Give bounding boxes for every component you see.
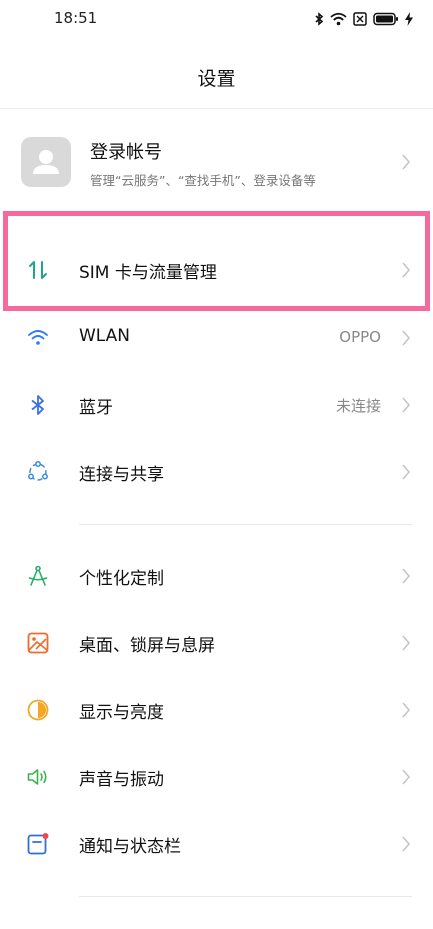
- settings-item-bluetooth[interactable]: 蓝牙 未连接: [0, 372, 433, 438]
- chevron-right-icon: [402, 702, 410, 718]
- settings-item-label: 显示与亮度: [79, 703, 164, 723]
- settings-item-value: OPPO: [339, 328, 381, 346]
- wifi-icon: [330, 12, 347, 26]
- wallpaper-icon: [27, 632, 49, 654]
- settings-item-label: 声音与振动: [79, 770, 164, 790]
- group-divider: [79, 524, 412, 525]
- bluetooth-icon: [31, 395, 44, 415]
- settings-item-label: 连接与共享: [79, 465, 164, 485]
- settings-item-notifications[interactable]: 通知与状态栏: [0, 811, 433, 877]
- share-icon: [28, 461, 48, 481]
- settings-item-connection-sharing[interactable]: 连接与共享: [0, 439, 433, 505]
- chevron-right-icon: [402, 635, 410, 651]
- status-bar: 18:51: [0, 0, 433, 44]
- wifi-icon: [28, 330, 48, 345]
- nfc-icon: [353, 12, 367, 26]
- status-icons: [314, 10, 413, 28]
- chevron-right-icon: [402, 397, 410, 413]
- settings-item-label: 蓝牙: [79, 398, 113, 418]
- settings-item-label: WLAN: [79, 326, 131, 346]
- settings-item-display-brightness[interactable]: 显示与亮度: [0, 677, 433, 743]
- settings-item-label: 通知与状态栏: [79, 837, 181, 857]
- settings-item-sound-vibration[interactable]: 声音与振动: [0, 744, 433, 810]
- chevron-right-icon: [402, 769, 410, 785]
- notification-icon: [27, 833, 49, 855]
- chevron-right-icon: [402, 836, 410, 852]
- speaker-icon: [27, 769, 47, 785]
- chevron-right-icon: [402, 568, 410, 584]
- chevron-right-icon: [402, 330, 410, 346]
- settings-item-wlan[interactable]: WLAN OPPO: [0, 305, 433, 371]
- user-avatar-icon: [21, 137, 71, 187]
- settings-item-label: 个性化定制: [79, 569, 164, 589]
- compass-icon: [28, 565, 48, 586]
- settings-item-label: 桌面、锁屏与息屏: [79, 636, 215, 656]
- settings-item-desktop-lockscreen[interactable]: 桌面、锁屏与息屏: [0, 610, 433, 676]
- settings-item-personalization[interactable]: 个性化定制: [0, 543, 433, 609]
- header-divider: [0, 108, 433, 109]
- account-row[interactable]: 登录帐号 管理“云服务”、“查找手机”、登录设备等: [0, 120, 433, 204]
- chevron-right-icon: [402, 464, 410, 480]
- page-title: 设置: [197, 68, 236, 90]
- account-description: 管理“云服务”、“查找手机”、登录设备等: [90, 173, 316, 188]
- brightness-icon: [27, 699, 49, 721]
- status-time: 18:51: [54, 9, 98, 27]
- settings-item-value: 未连接: [335, 397, 381, 415]
- chevron-right-icon: [402, 154, 410, 170]
- bluetooth-icon: [315, 12, 324, 26]
- battery-icon: [373, 12, 398, 26]
- charging-icon: [405, 12, 413, 26]
- group-divider: [79, 896, 412, 897]
- account-name: 登录帐号: [90, 142, 162, 163]
- highlight-box: [3, 211, 430, 311]
